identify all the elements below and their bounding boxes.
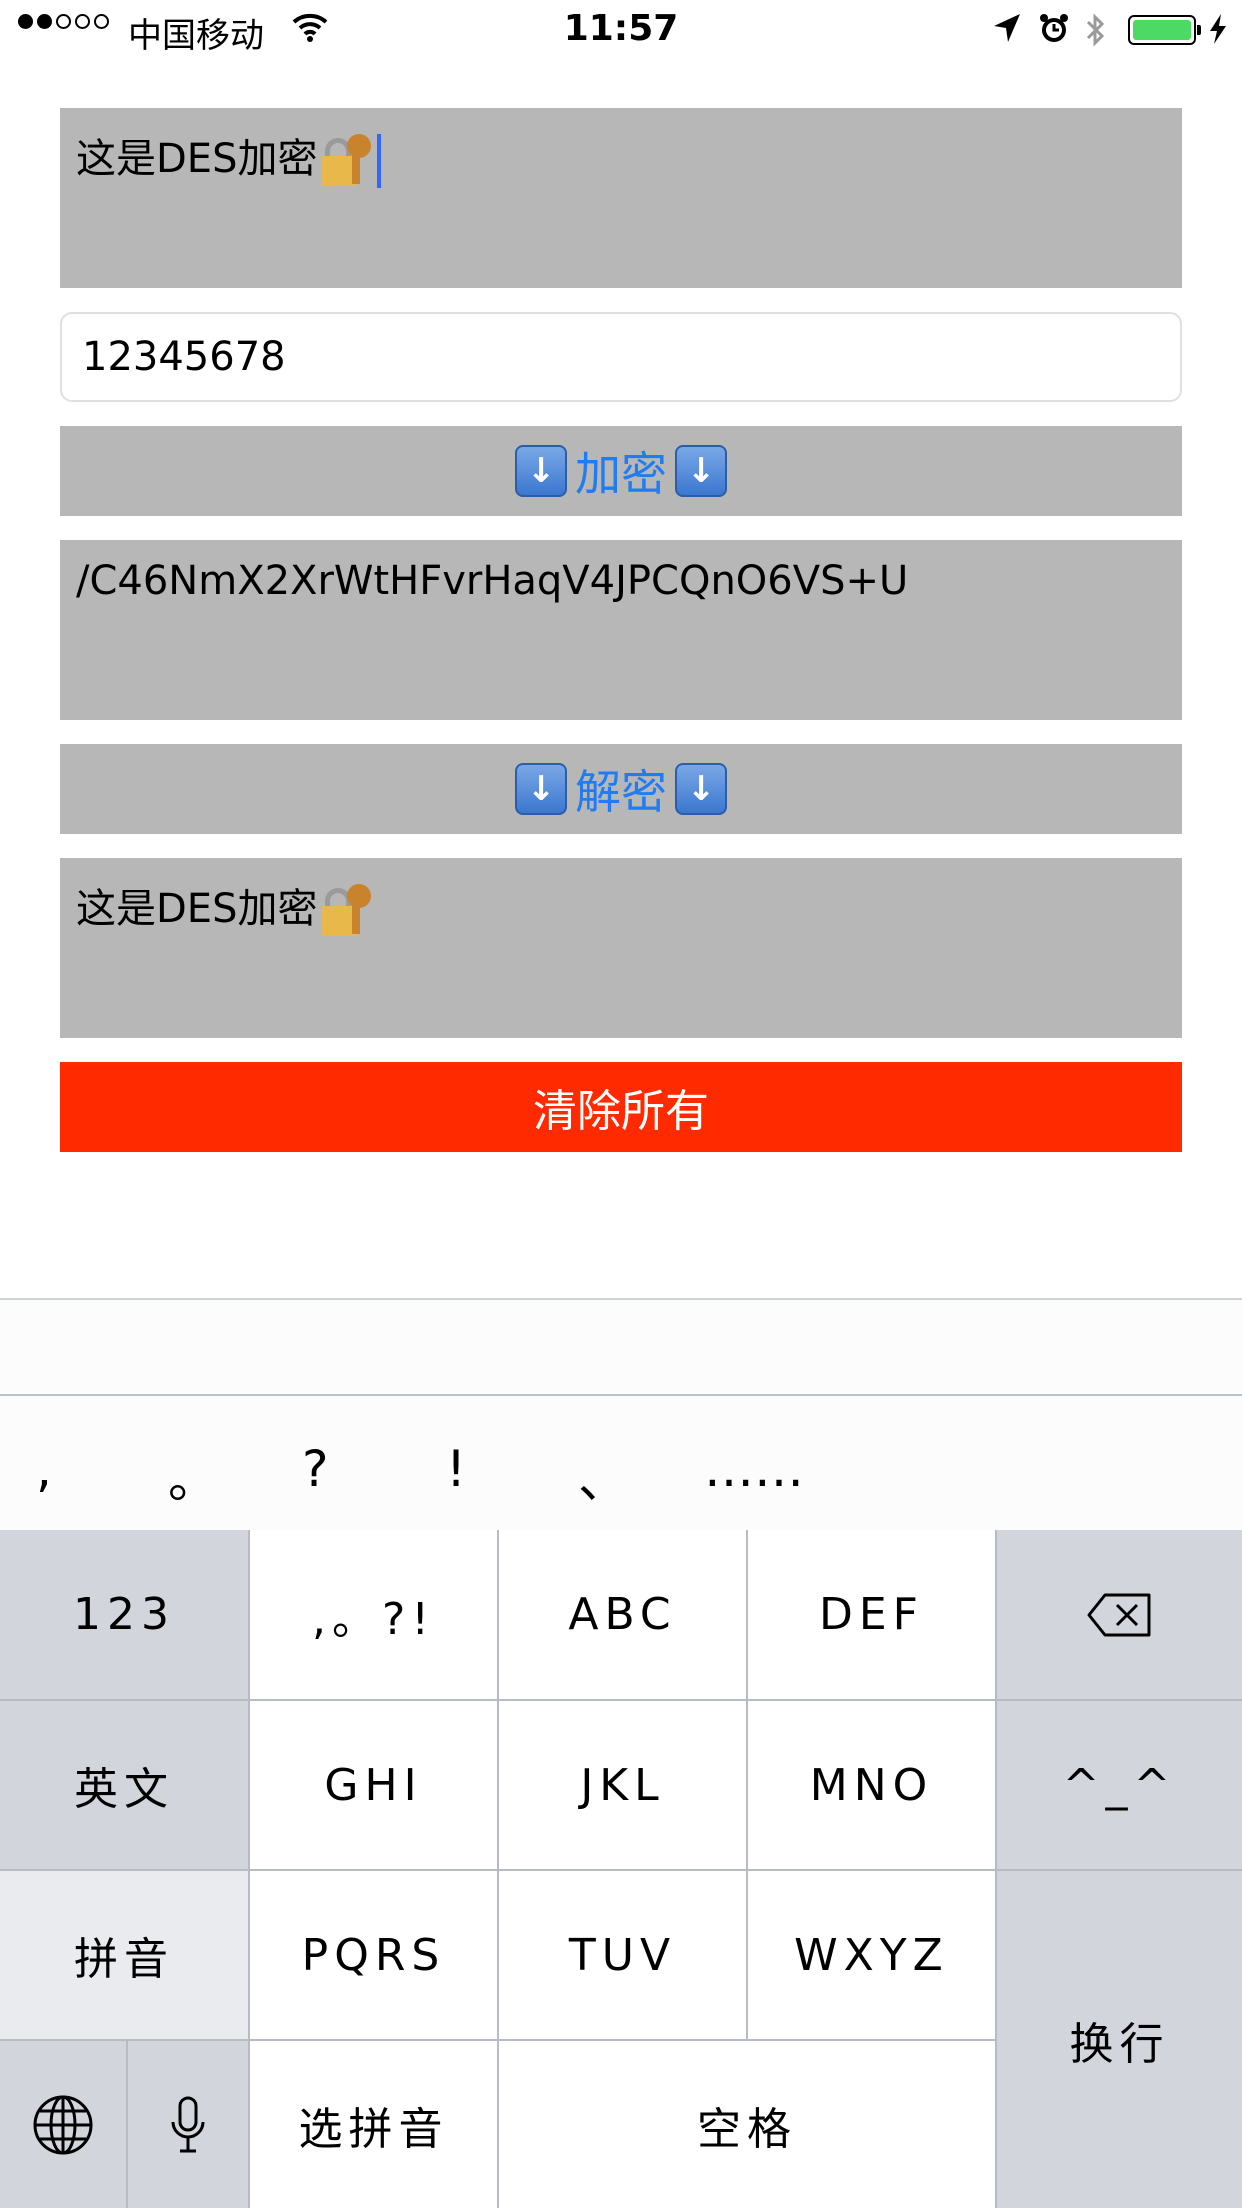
key-english[interactable]: 英文 bbox=[0, 1701, 248, 1869]
alarm-icon bbox=[1040, 14, 1068, 42]
candidate-bar bbox=[0, 1298, 1242, 1396]
key-jkl[interactable]: JKL bbox=[499, 1701, 746, 1869]
punctuation-ellipsis[interactable]: …… bbox=[704, 1440, 804, 1498]
decrypted-box[interactable]: 这是DES加密 bbox=[60, 858, 1182, 1038]
key-mno[interactable]: MNO bbox=[748, 1701, 995, 1869]
key-pinyin[interactable]: 拼音 bbox=[0, 1871, 248, 2039]
ciphertext-box[interactable]: /C46NmX2XrWtHFvrHaqV4JPCQnO6VS+U bbox=[60, 540, 1182, 720]
globe-key[interactable] bbox=[0, 2041, 126, 2208]
charging-bolt-icon bbox=[1210, 14, 1226, 44]
key-tuv[interactable]: TUV bbox=[499, 1871, 746, 2039]
key-123[interactable]: 123 bbox=[0, 1530, 248, 1699]
punctuation-comma[interactable]: , bbox=[36, 1440, 52, 1498]
lock-key-emoji-icon bbox=[319, 134, 373, 188]
key-abc[interactable]: ABC bbox=[499, 1530, 746, 1699]
decrypt-button[interactable]: ↓ 解密 ↓ bbox=[60, 744, 1182, 834]
key-ghi[interactable]: GHI bbox=[250, 1701, 497, 1869]
ciphertext-value: /C46NmX2XrWtHFvrHaqV4JPCQnO6VS+U bbox=[76, 558, 909, 604]
key-punctuation[interactable]: ,。?! bbox=[250, 1530, 497, 1699]
keyboard: 123 ,。?! ABC DEF 英文 GHI JKL MNO ^_^ 拼音 P… bbox=[0, 1530, 1242, 2208]
plaintext-input[interactable]: 这是DES加密 bbox=[60, 108, 1182, 288]
lock-key-emoji-icon bbox=[319, 884, 373, 938]
key-pqrs[interactable]: PQRS bbox=[250, 1871, 497, 2039]
punctuation-question[interactable]: ? bbox=[302, 1440, 329, 1498]
text-cursor bbox=[377, 134, 382, 188]
microphone-key[interactable] bbox=[128, 2041, 248, 2208]
clear-all-button[interactable]: 清除所有 bbox=[60, 1062, 1182, 1152]
punctuation-enum-comma[interactable]: 、 bbox=[578, 1440, 628, 1512]
backspace-key[interactable] bbox=[997, 1530, 1242, 1699]
battery-icon bbox=[1128, 15, 1196, 45]
decrypted-value: 这是DES加密 bbox=[76, 886, 318, 932]
down-arrow-icon: ↓ bbox=[515, 763, 567, 815]
status-bar: 中国移动 11:57 bbox=[0, 0, 1242, 60]
key-def[interactable]: DEF bbox=[748, 1530, 995, 1699]
punctuation-exclaim[interactable]: ! bbox=[446, 1440, 466, 1498]
down-arrow-icon: ↓ bbox=[675, 763, 727, 815]
microphone-icon bbox=[171, 2096, 205, 2152]
bluetooth-icon bbox=[1086, 13, 1105, 47]
decrypt-label: 解密 bbox=[575, 765, 667, 819]
location-arrow-icon bbox=[994, 14, 1020, 42]
key-select-pinyin[interactable]: 选拼音 bbox=[250, 2041, 497, 2208]
plaintext-value: 这是DES加密 bbox=[76, 136, 318, 182]
punctuation-period[interactable]: 。 bbox=[168, 1440, 218, 1512]
globe-icon bbox=[33, 2095, 93, 2154]
encrypt-button[interactable]: ↓ 加密 ↓ bbox=[60, 426, 1182, 516]
key-input[interactable]: 12345678 bbox=[60, 312, 1182, 402]
encrypt-label: 加密 bbox=[575, 447, 667, 501]
down-arrow-icon: ↓ bbox=[515, 445, 567, 497]
key-emoticon[interactable]: ^_^ bbox=[997, 1701, 1242, 1869]
space-key[interactable]: 空格 bbox=[499, 2041, 995, 2208]
key-wxyz[interactable]: WXYZ bbox=[748, 1871, 995, 2039]
backspace-icon bbox=[1087, 1593, 1150, 1636]
battery-tip bbox=[1197, 25, 1201, 35]
down-arrow-icon: ↓ bbox=[675, 445, 727, 497]
return-key[interactable]: 换行 bbox=[997, 1871, 1242, 2208]
